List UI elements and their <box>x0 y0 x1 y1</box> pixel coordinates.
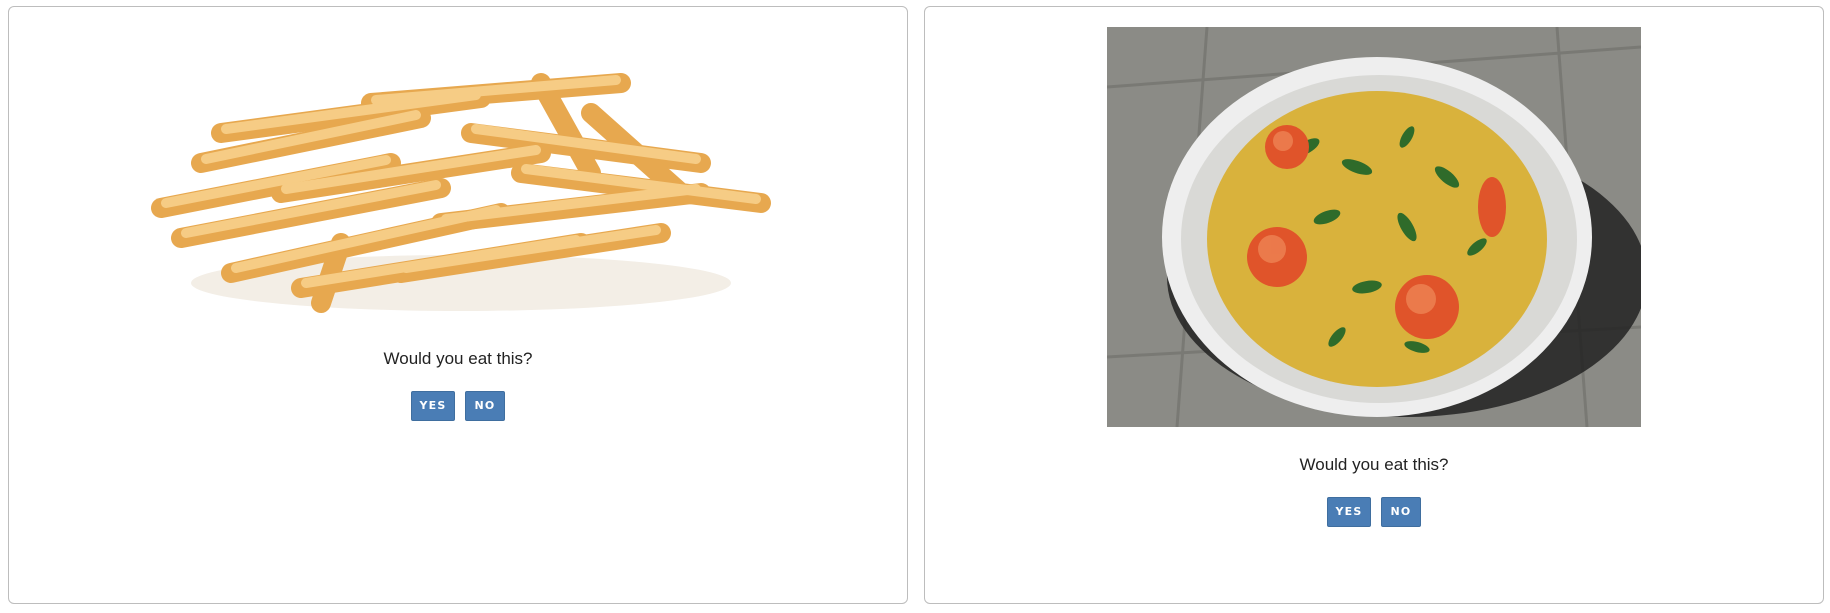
food-card-2: Would you eat this? YES NO <box>924 6 1824 604</box>
food-card-1: Would you eat this? YES NO <box>8 6 908 604</box>
french-fries-image <box>141 43 781 333</box>
shrimp-soup-image <box>1107 27 1641 427</box>
question-text: Would you eat this? <box>383 349 533 368</box>
no-button[interactable]: NO <box>465 391 505 421</box>
yes-button[interactable]: YES <box>1327 497 1371 527</box>
yes-button[interactable]: YES <box>411 391 455 421</box>
answer-buttons: YES NO <box>9 391 907 421</box>
answer-buttons: YES NO <box>925 497 1823 527</box>
no-button[interactable]: NO <box>1381 497 1421 527</box>
question-text: Would you eat this? <box>1299 455 1449 474</box>
